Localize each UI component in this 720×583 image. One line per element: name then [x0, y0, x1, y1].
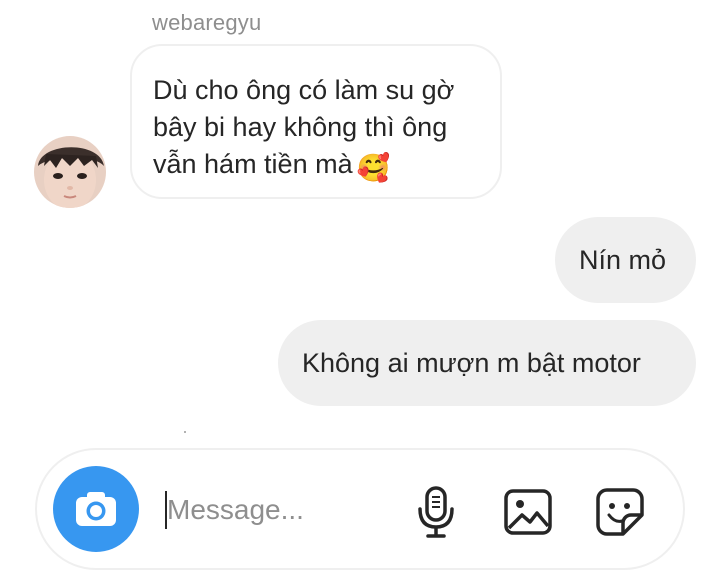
sticker-button[interactable]	[592, 484, 648, 540]
camera-icon	[76, 492, 116, 526]
outgoing-message-bubble[interactable]: Không ai mượn m bật motor	[278, 320, 696, 406]
camera-button[interactable]	[53, 466, 139, 552]
incoming-message-line: vẫn hám tiền mà 🥰	[153, 146, 480, 187]
divider-dot	[184, 431, 186, 433]
message-input[interactable]	[167, 490, 367, 530]
sticker-icon	[596, 488, 644, 536]
message-composer	[35, 448, 685, 570]
outgoing-message-bubble[interactable]: Nín mỏ	[555, 217, 696, 303]
incoming-message-text: vẫn hám tiền mà	[153, 149, 353, 179]
incoming-message-line: Dù cho ông có làm su gờ	[153, 75, 455, 105]
image-icon	[504, 489, 552, 535]
incoming-message-line: bây bi hay không thì ông	[153, 112, 448, 142]
microphone-icon	[418, 486, 454, 538]
outgoing-message-text: Không ai mượn m bật motor	[302, 348, 641, 378]
voice-message-button[interactable]	[408, 484, 464, 540]
sender-username: webaregyu	[152, 10, 262, 35]
avatar[interactable]	[34, 136, 106, 208]
incoming-message-bubble[interactable]: Dù cho ông có làm su gờ bây bi hay không…	[130, 44, 502, 199]
outgoing-message-text: Nín mỏ	[579, 245, 667, 275]
avatar-photo	[34, 136, 106, 208]
smiling-face-with-hearts-emoji: 🥰	[356, 153, 391, 183]
gallery-button[interactable]	[500, 484, 556, 540]
